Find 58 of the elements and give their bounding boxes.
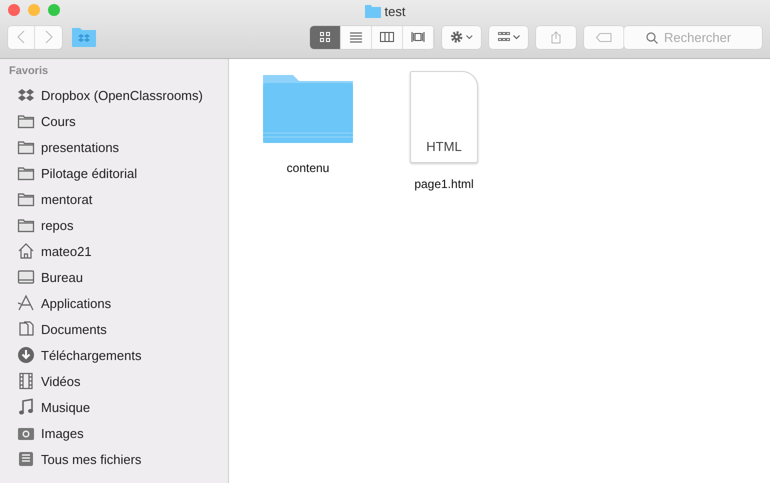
- tag-button[interactable]: [584, 26, 624, 48]
- file-name[interactable]: contenu: [286, 161, 330, 175]
- icon-grid-icon: [318, 31, 332, 43]
- folder-icon: [364, 4, 381, 18]
- download-icon: [17, 346, 35, 364]
- share-icon: [551, 30, 561, 44]
- chevron-right-icon: [44, 30, 52, 44]
- back-button[interactable]: [8, 26, 35, 48]
- grid-icon: [498, 32, 510, 42]
- share-button[interactable]: [536, 26, 576, 48]
- arrange-button[interactable]: [489, 26, 528, 48]
- dropbox-folder-icon[interactable]: [72, 27, 96, 47]
- sidebar-item[interactable]: Applications: [9, 290, 228, 316]
- sidebar-item[interactable]: Vidéos: [9, 368, 228, 394]
- cover-flow-icon: [411, 31, 425, 43]
- caret-icon: [512, 34, 520, 40]
- zoom-button[interactable]: [48, 4, 60, 16]
- sidebar-item[interactable]: mentorat: [9, 186, 228, 212]
- applications-icon: [17, 294, 35, 312]
- sidebar-item[interactable]: presentations: [9, 134, 228, 160]
- home-icon: [17, 242, 35, 260]
- view-mode-button[interactable]: [310, 26, 341, 48]
- search-field[interactable]: Rechercher: [624, 26, 762, 48]
- caret-icon: [466, 34, 473, 40]
- sidebar-item[interactable]: Musique: [9, 394, 228, 420]
- list-view-icon: [349, 31, 363, 43]
- sidebar-item[interactable]: Documents: [9, 316, 228, 342]
- dropbox-icon: [17, 86, 35, 104]
- sidebar-item[interactable]: Téléchargements: [9, 342, 228, 368]
- sidebar-item[interactable]: Pilotage éditorial: [9, 160, 228, 186]
- view-mode-button[interactable]: [403, 26, 434, 48]
- close-button[interactable]: [8, 4, 20, 16]
- sidebar-item[interactable]: repos: [9, 212, 228, 238]
- music-note-icon: [17, 398, 35, 416]
- file-name[interactable]: page1.html: [414, 177, 474, 191]
- sidebar-item[interactable]: mateo21: [9, 238, 228, 264]
- view-mode-button[interactable]: [372, 26, 403, 48]
- action-menu-button[interactable]: [442, 26, 481, 48]
- sidebar-heading: Favoris: [9, 65, 50, 77]
- sidebar-item[interactable]: Tous mes fichiers: [9, 446, 228, 472]
- file-tray-icon: [17, 450, 35, 468]
- desktop-icon: [17, 268, 35, 286]
- tag-icon: [596, 32, 612, 42]
- columns-icon: [380, 31, 394, 43]
- sidebar-item[interactable]: Cours: [9, 108, 228, 134]
- gear-icon: [450, 30, 464, 44]
- sidebar-item[interactable]: Dropbox (OpenClassrooms): [9, 82, 228, 108]
- view-mode-button[interactable]: [341, 26, 372, 48]
- minimize-button[interactable]: [28, 4, 40, 16]
- file-type-label: HTML: [426, 139, 462, 154]
- film-icon: [17, 372, 35, 390]
- forward-button[interactable]: [35, 26, 62, 48]
- documents-icon: [17, 320, 35, 338]
- chevron-left-icon: [17, 30, 25, 44]
- search-icon: [646, 32, 658, 44]
- window-title: test: [384, 4, 406, 18]
- sidebar-item[interactable]: Bureau: [9, 264, 228, 290]
- sidebar-item[interactable]: Images: [9, 420, 228, 446]
